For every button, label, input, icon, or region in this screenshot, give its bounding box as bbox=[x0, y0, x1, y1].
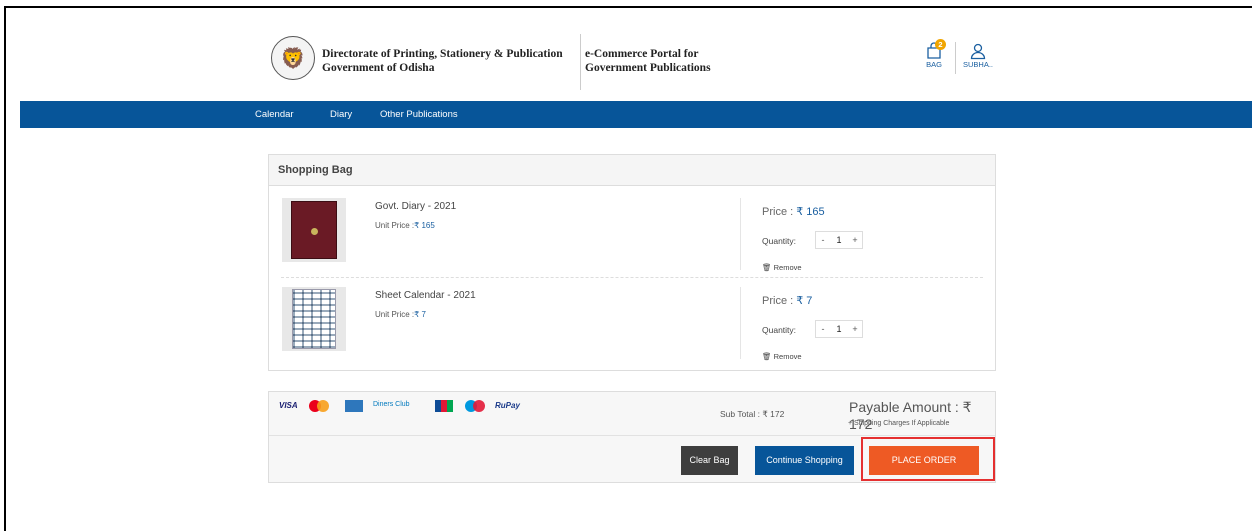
bag-count-badge: 2 bbox=[935, 39, 946, 50]
user-name-label: SUBHA.. bbox=[962, 60, 993, 69]
cart-item: Govt. Diary - 2021 Unit Price :₹ 165 Pri… bbox=[269, 198, 995, 282]
portal-name-line2: Government Publications bbox=[585, 62, 711, 74]
item-separator bbox=[281, 277, 983, 278]
item-price: Price : ₹ 7 bbox=[762, 295, 813, 307]
quantity-stepper: - 1 + bbox=[815, 231, 863, 249]
quantity-value[interactable]: 1 bbox=[830, 232, 848, 248]
quantity-decrement-button[interactable]: - bbox=[816, 321, 830, 337]
org-name-line1: Directorate of Printing, Stationery & Pu… bbox=[322, 48, 563, 60]
subtotal: Sub Total : ₹ 172 bbox=[720, 409, 785, 419]
continue-shopping-button[interactable]: Continue Shopping bbox=[755, 446, 854, 475]
shopping-bag-panel: Shopping Bag Govt. Diary - 2021 Unit Pri… bbox=[268, 154, 996, 371]
odisha-emblem-logo: 🦁 bbox=[271, 36, 315, 80]
quantity-value[interactable]: 1 bbox=[830, 321, 848, 337]
portal-name-line1: e-Commerce Portal for bbox=[585, 48, 699, 60]
remove-item-button[interactable]: 🗑 Remove bbox=[762, 352, 802, 361]
item-name: Sheet Calendar - 2021 bbox=[375, 290, 476, 301]
shopping-bag-title: Shopping Bag bbox=[269, 155, 995, 186]
summary-divider bbox=[269, 435, 995, 436]
quantity-stepper: - 1 + bbox=[815, 320, 863, 338]
nav-item-calendar[interactable]: Calendar bbox=[255, 109, 294, 120]
maestro-card-icon bbox=[465, 400, 487, 412]
nav-item-diary[interactable]: Diary bbox=[330, 109, 352, 120]
cart-item: Sheet Calendar - 2021 Unit Price :₹ 7 Pr… bbox=[269, 287, 995, 371]
remove-item-button[interactable]: 🗑 Remove bbox=[762, 263, 802, 272]
visa-card-icon: VISA bbox=[279, 401, 298, 410]
amex-card-icon bbox=[345, 400, 363, 412]
diners-club-card-icon: Diners Club bbox=[373, 401, 410, 408]
bag-label: BAG bbox=[926, 60, 942, 69]
header-divider bbox=[580, 34, 581, 90]
quantity-label: Quantity: bbox=[762, 325, 797, 335]
product-image-diary bbox=[282, 198, 346, 262]
clear-bag-button[interactable]: Clear Bag bbox=[681, 446, 738, 475]
user-icon bbox=[970, 43, 986, 60]
org-name: Directorate of Printing, Stationery & Pu… bbox=[322, 47, 563, 75]
unit-price: Unit Price :₹ 7 bbox=[375, 310, 426, 319]
portal-name: e-Commerce Portal for Government Publica… bbox=[585, 47, 711, 75]
place-order-highlight bbox=[861, 437, 995, 481]
bag-button[interactable]: 2 BAG bbox=[921, 39, 947, 69]
product-image-calendar bbox=[282, 287, 346, 351]
item-column-divider bbox=[740, 198, 741, 270]
nav-item-other-publications[interactable]: Other Publications bbox=[380, 109, 458, 120]
item-name: Govt. Diary - 2021 bbox=[375, 201, 457, 212]
shipping-note: + Shipping Charges If Applicable bbox=[848, 420, 950, 427]
main-nav-bar: Calendar Diary Other Publications bbox=[20, 101, 1252, 128]
mastercard-card-icon bbox=[309, 400, 331, 412]
unit-price: Unit Price :₹ 165 bbox=[375, 221, 435, 230]
quantity-increment-button[interactable]: + bbox=[848, 321, 862, 337]
item-price: Price : ₹ 165 bbox=[762, 206, 825, 218]
header-icon-divider bbox=[955, 42, 956, 74]
jcb-card-icon bbox=[435, 400, 453, 412]
quantity-increment-button[interactable]: + bbox=[848, 232, 862, 248]
item-column-divider bbox=[740, 287, 741, 359]
payable-amount: Payable Amount : ₹ 172 bbox=[849, 399, 972, 432]
user-account-button[interactable]: SUBHA.. bbox=[962, 42, 994, 69]
rupay-card-icon: RuPay bbox=[495, 401, 520, 410]
quantity-label: Quantity: bbox=[762, 236, 797, 246]
org-name-line2: Government of Odisha bbox=[322, 62, 435, 74]
quantity-decrement-button[interactable]: - bbox=[816, 232, 830, 248]
